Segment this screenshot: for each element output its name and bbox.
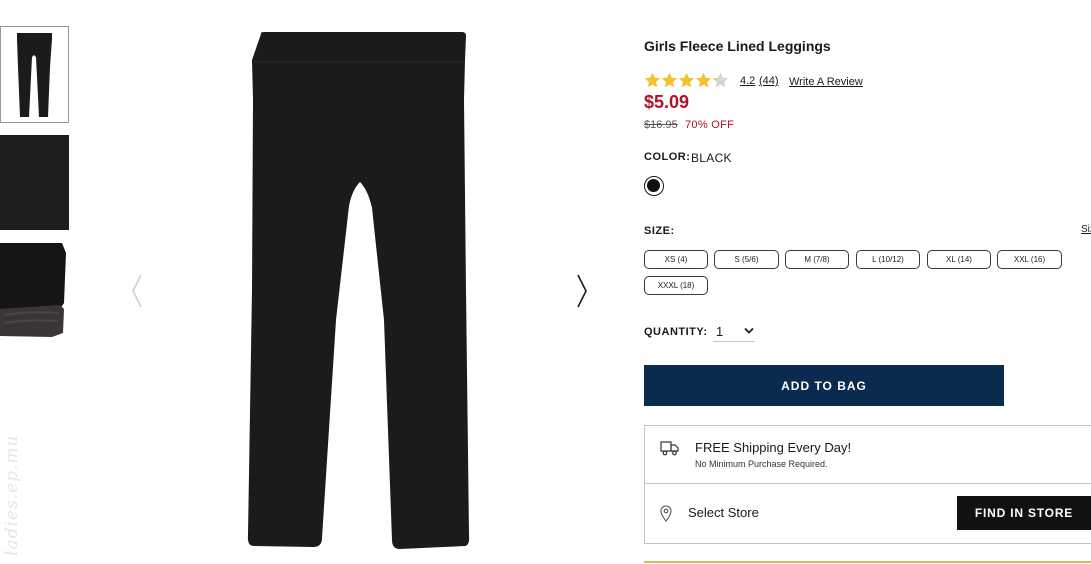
previous-image-button[interactable] xyxy=(128,272,148,310)
chevron-left-icon xyxy=(132,274,142,308)
size-option-xxxl[interactable]: XXXL (18) xyxy=(644,276,708,295)
quantity-value: 1 xyxy=(716,324,724,339)
rating-stars xyxy=(644,72,729,89)
size-chart-link[interactable]: Size Chart xyxy=(1081,224,1091,235)
next-image-button[interactable] xyxy=(573,272,593,310)
quantity-label: QUANTITY: xyxy=(644,326,708,338)
size-label: SIZE: xyxy=(644,225,675,237)
star-icon xyxy=(695,72,712,88)
discount-badge: 70% OFF xyxy=(685,119,735,131)
color-label: COLOR: xyxy=(644,151,691,163)
shipping-store-panel: FREE Shipping Every Day! No Minimum Purc… xyxy=(644,425,1091,544)
chevron-down-icon xyxy=(744,327,754,334)
original-price: $16.95 xyxy=(644,119,678,131)
size-option-xs[interactable]: XS (4) xyxy=(644,250,708,269)
add-to-bag-button[interactable]: ADD TO BAG xyxy=(644,365,1004,406)
find-in-store-button[interactable]: FIND IN STORE xyxy=(957,496,1091,530)
select-store-link[interactable]: Select Store xyxy=(688,505,759,520)
divider xyxy=(645,483,1091,484)
write-review-link[interactable]: Write A Review xyxy=(789,76,863,88)
location-pin-icon xyxy=(660,505,672,522)
size-option-xl[interactable]: XL (14) xyxy=(927,250,991,269)
size-option-l[interactable]: L (10/12) xyxy=(856,250,920,269)
shipping-subtitle: No Minimum Purchase Required. xyxy=(695,459,828,469)
star-icon xyxy=(678,72,695,88)
chevron-right-icon xyxy=(577,274,587,308)
divider xyxy=(644,561,1091,563)
thumbnail-front[interactable] xyxy=(0,26,69,123)
star-icon xyxy=(712,72,729,88)
thumbnail-fleece-lining[interactable] xyxy=(0,243,69,338)
size-option-m[interactable]: M (7/8) xyxy=(785,250,849,269)
fabric-closeup-image xyxy=(0,135,69,230)
star-icon xyxy=(661,72,678,88)
fleece-lining-image xyxy=(0,243,66,337)
size-option-s[interactable]: S (5/6) xyxy=(714,250,779,269)
color-swatch-black[interactable] xyxy=(644,176,664,196)
size-option-xxl[interactable]: XXL (16) xyxy=(997,250,1062,269)
rating-value-link[interactable]: 4.2 xyxy=(740,75,755,87)
main-product-image xyxy=(240,30,480,554)
color-value: BLACK xyxy=(691,151,732,165)
thumbnail-fabric-closeup[interactable] xyxy=(0,135,69,230)
product-title: Girls Fleece Lined Leggings xyxy=(644,38,831,54)
shipping-title: FREE Shipping Every Day! xyxy=(695,440,852,455)
watermark: ladies.ep.mu xyxy=(2,434,22,557)
star-icon xyxy=(644,72,661,88)
sale-price: $5.09 xyxy=(644,92,690,112)
truck-icon xyxy=(660,441,679,456)
leggings-thumbnail-image xyxy=(17,33,52,117)
review-count-link[interactable]: (44) xyxy=(759,75,779,87)
quantity-select[interactable]: 1 xyxy=(713,322,755,342)
